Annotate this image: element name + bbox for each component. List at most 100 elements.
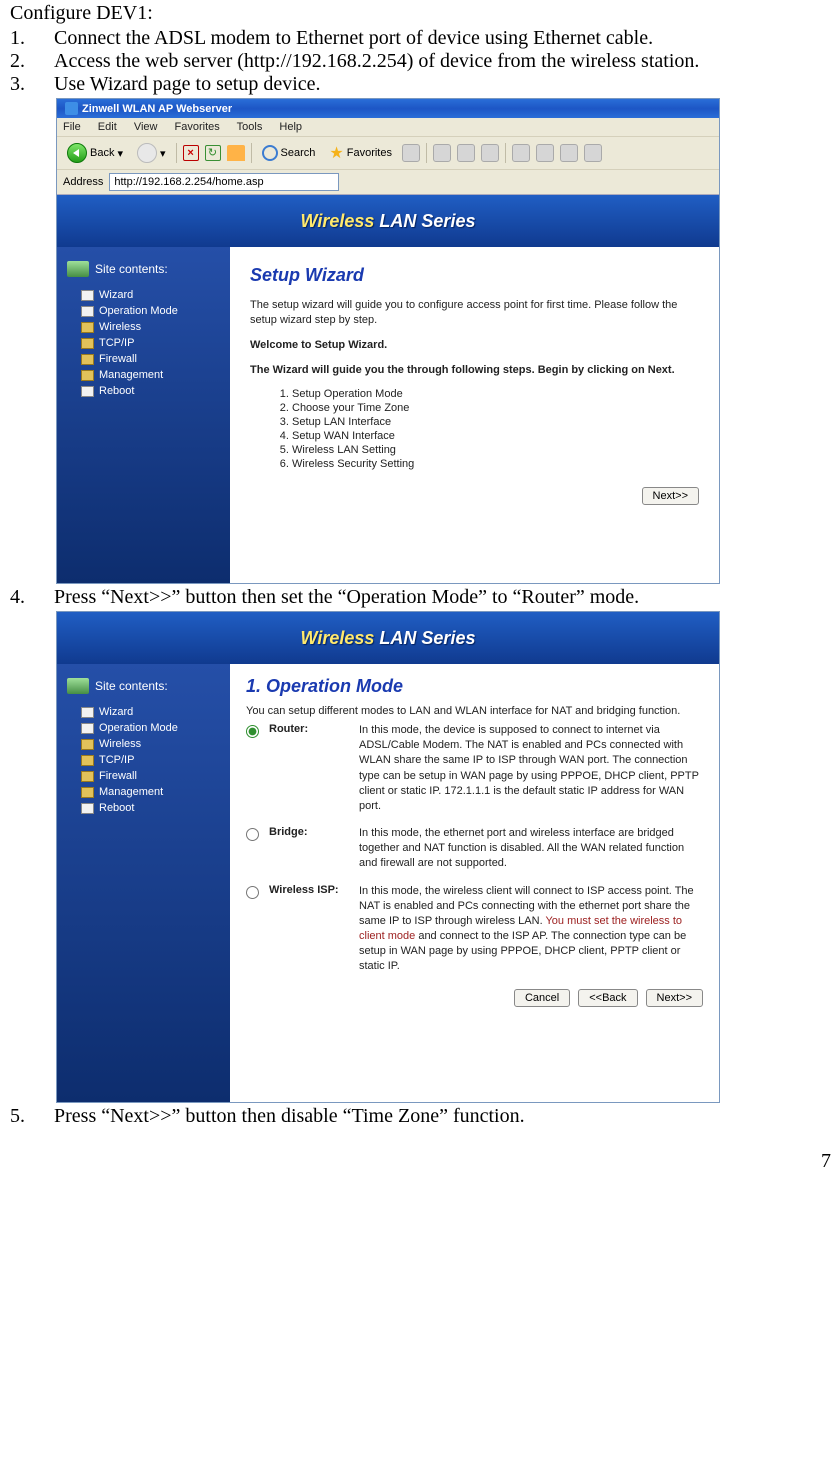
- sidebar-item-management[interactable]: Management: [81, 784, 220, 800]
- intro-text: Configure DEV1:: [10, 2, 829, 25]
- banner-post: LAN Series: [379, 628, 475, 648]
- router-desc: In this mode, the device is supposed to …: [359, 723, 703, 814]
- page-banner: Wireless LAN Series: [57, 612, 719, 664]
- sidebar-item-wizard[interactable]: Wizard: [81, 287, 220, 303]
- forward-icon: [137, 143, 157, 163]
- history-icon[interactable]: [402, 144, 420, 162]
- menu-file[interactable]: File: [63, 121, 81, 133]
- step-number: 5.: [10, 1105, 54, 1128]
- sidebar-item-firewall[interactable]: Firewall: [81, 351, 220, 367]
- wizard-step: Choose your Time Zone: [292, 401, 699, 415]
- step-number: 2.: [10, 50, 54, 73]
- banner-pre: Wireless: [301, 628, 380, 648]
- step-number: 4.: [10, 586, 54, 609]
- favorites-button[interactable]: ★Favorites: [325, 141, 396, 165]
- refresh-icon[interactable]: ↻: [205, 145, 221, 161]
- wizard-guide: The Wizard will guide you the through fo…: [250, 363, 699, 378]
- back-button[interactable]: <<Back: [578, 989, 637, 1007]
- edit-icon[interactable]: [481, 144, 499, 162]
- wizard-step: Setup WAN Interface: [292, 429, 699, 443]
- content-pane: Setup Wizard The setup wizard will guide…: [230, 247, 719, 583]
- search-icon: [262, 145, 278, 161]
- toolbar: Back ▾ ▾ × ↻ Search ★Favorites: [57, 137, 719, 170]
- sidebar-item-opmode[interactable]: Operation Mode: [81, 720, 220, 736]
- menu-tools[interactable]: Tools: [237, 121, 263, 133]
- opmode-heading: 1. Operation Mode: [246, 676, 703, 697]
- stop-icon[interactable]: ×: [183, 145, 199, 161]
- router-radio[interactable]: [246, 725, 259, 738]
- menu-view[interactable]: View: [134, 121, 158, 133]
- sidebar-item-management[interactable]: Management: [81, 367, 220, 383]
- sidebar-item-wireless[interactable]: Wireless: [81, 319, 220, 335]
- next-button[interactable]: Next>>: [646, 989, 703, 1007]
- folder-icon[interactable]: [512, 144, 530, 162]
- address-input[interactable]: [109, 173, 339, 191]
- menu-favorites[interactable]: Favorites: [175, 121, 220, 133]
- step-text: Use Wizard page to setup device.: [54, 73, 829, 96]
- menu-bar: File Edit View Favorites Tools Help: [57, 118, 719, 137]
- content-pane: 1. Operation Mode You can setup differen…: [230, 664, 719, 1102]
- misc-icon[interactable]: [584, 144, 602, 162]
- sidebar-item-reboot[interactable]: Reboot: [81, 800, 220, 816]
- back-icon: [67, 143, 87, 163]
- separator: [176, 143, 177, 163]
- ie-icon: [65, 102, 78, 115]
- sidebar-item-tcpip[interactable]: TCP/IP: [81, 335, 220, 351]
- opmode-intro: You can setup different modes to LAN and…: [246, 705, 703, 717]
- wisp-label: Wireless ISP:: [269, 884, 349, 896]
- menu-help[interactable]: Help: [279, 121, 302, 133]
- separator: [251, 143, 252, 163]
- menu-edit[interactable]: Edit: [98, 121, 117, 133]
- step-text: Press “Next>>” button then set the “Oper…: [54, 586, 829, 609]
- paw-icon[interactable]: [560, 144, 578, 162]
- sidebar: Site contents: Wizard Operation Mode Wir…: [57, 247, 230, 583]
- sidebar-item-opmode[interactable]: Operation Mode: [81, 303, 220, 319]
- search-button[interactable]: Search: [258, 143, 320, 163]
- step-text: Connect the ADSL modem to Ethernet port …: [54, 27, 829, 50]
- sidebar: Site contents: Wizard Operation Mode Wir…: [57, 664, 230, 1102]
- bridge-desc: In this mode, the ethernet port and wire…: [359, 826, 703, 872]
- window-title: Zinwell WLAN AP Webserver: [82, 103, 232, 115]
- window-titlebar: Zinwell WLAN AP Webserver: [57, 99, 719, 118]
- tool-icon[interactable]: [536, 144, 554, 162]
- sidebar-item-firewall[interactable]: Firewall: [81, 768, 220, 784]
- print-icon[interactable]: [457, 144, 475, 162]
- wizard-intro: The setup wizard will guide you to confi…: [250, 298, 699, 328]
- sidebar-item-reboot[interactable]: Reboot: [81, 383, 220, 399]
- mail-icon[interactable]: [433, 144, 451, 162]
- banner-post: LAN Series: [379, 211, 475, 231]
- back-button[interactable]: Back ▾: [63, 141, 127, 165]
- sidebar-item-wizard[interactable]: Wizard: [81, 704, 220, 720]
- ap-icon: [67, 261, 89, 277]
- wizard-step: Setup LAN Interface: [292, 415, 699, 429]
- next-button[interactable]: Next>>: [642, 487, 699, 505]
- bridge-radio[interactable]: [246, 828, 259, 841]
- address-bar: Address: [57, 170, 719, 195]
- separator: [426, 143, 427, 163]
- home-icon[interactable]: [227, 145, 245, 161]
- browser-window: Zinwell WLAN AP Webserver File Edit View…: [56, 98, 720, 584]
- wisp-radio[interactable]: [246, 886, 259, 899]
- ap-icon: [67, 678, 89, 694]
- bridge-label: Bridge:: [269, 826, 349, 838]
- sidebar-item-wireless[interactable]: Wireless: [81, 736, 220, 752]
- separator: [505, 143, 506, 163]
- wisp-desc: In this mode, the wireless client will c…: [359, 884, 703, 975]
- step-text: Access the web server (http://192.168.2.…: [54, 50, 829, 73]
- forward-button[interactable]: ▾: [133, 141, 170, 165]
- router-label: Router:: [269, 723, 349, 735]
- page-banner: Wireless LAN Series: [57, 195, 719, 247]
- wizard-heading: Setup Wizard: [250, 265, 699, 286]
- banner-pre: Wireless: [301, 211, 380, 231]
- browser-content-2: Wireless LAN Series Site contents: Wizar…: [56, 611, 720, 1103]
- star-icon: ★: [329, 143, 343, 163]
- wizard-step: Setup Operation Mode: [292, 387, 699, 401]
- sidebar-heading: Site contents:: [95, 679, 168, 693]
- sidebar-item-tcpip[interactable]: TCP/IP: [81, 752, 220, 768]
- sidebar-heading: Site contents:: [95, 262, 168, 276]
- wizard-step: Wireless LAN Setting: [292, 443, 699, 457]
- step-number: 3.: [10, 73, 54, 96]
- cancel-button[interactable]: Cancel: [514, 989, 570, 1007]
- step-number: 1.: [10, 27, 54, 50]
- wizard-welcome: Welcome to Setup Wizard.: [250, 338, 699, 353]
